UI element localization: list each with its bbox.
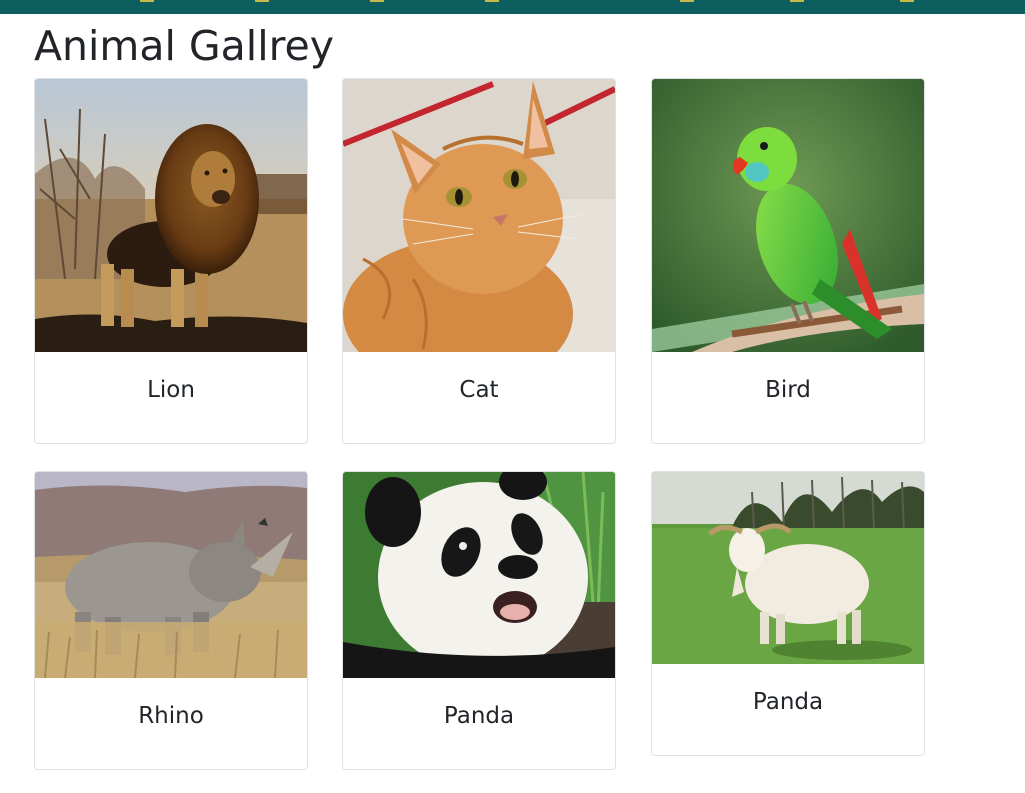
lion-photo bbox=[35, 79, 307, 352]
banner-ornament bbox=[140, 0, 154, 2]
card-title: Panda bbox=[443, 703, 515, 729]
page-title: Animal Gallrey bbox=[34, 22, 335, 70]
banner-ornament bbox=[370, 0, 384, 2]
top-banner bbox=[0, 0, 1025, 14]
animal-card-rhino[interactable]: Rhino bbox=[34, 471, 308, 770]
card-title: Lion bbox=[147, 377, 195, 403]
card-title: Panda bbox=[752, 689, 824, 715]
cat-photo bbox=[343, 79, 615, 352]
card-title: Cat bbox=[459, 377, 499, 403]
banner-ornament bbox=[255, 0, 269, 2]
animal-card-lion[interactable]: Lion bbox=[34, 78, 308, 444]
card-title: Bird bbox=[765, 377, 811, 403]
goat-photo bbox=[652, 472, 924, 664]
animal-card-panda[interactable]: Panda bbox=[342, 471, 616, 770]
banner-ornament bbox=[900, 0, 914, 2]
banner-ornament bbox=[485, 0, 499, 2]
banner-ornament bbox=[790, 0, 804, 2]
card-title: Rhino bbox=[138, 703, 204, 729]
animal-card-cat[interactable]: Cat bbox=[342, 78, 616, 444]
animal-card-goat[interactable]: Panda bbox=[651, 471, 925, 756]
banner-ornament bbox=[680, 0, 694, 2]
parrot-photo bbox=[652, 79, 924, 352]
panda-photo bbox=[343, 472, 615, 678]
rhino-photo bbox=[35, 472, 307, 678]
animal-card-bird[interactable]: Bird bbox=[651, 78, 925, 444]
